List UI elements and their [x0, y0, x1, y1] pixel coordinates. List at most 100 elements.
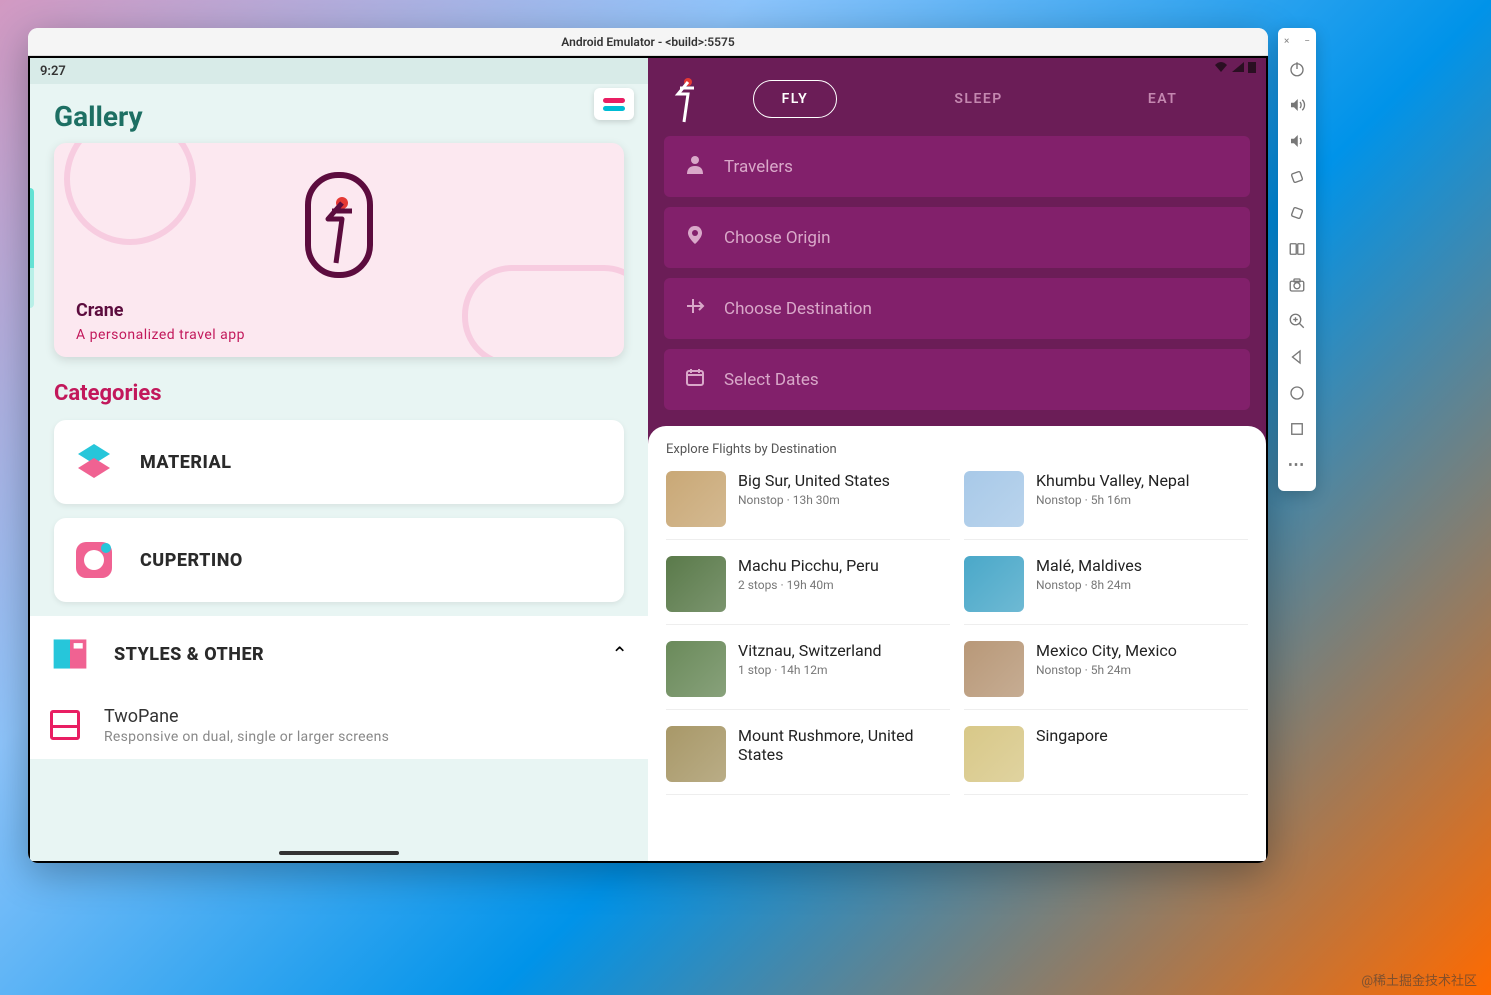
home-indicator[interactable]	[279, 851, 399, 855]
status-bar: 9:27	[30, 58, 648, 84]
tab-fly[interactable]: FLY	[753, 80, 838, 118]
crane-app-header: FLY SLEEP EAT	[648, 58, 1266, 136]
gallery-header: Gallery	[30, 84, 648, 143]
destination-info: Vitznau, Switzerland1 stop · 14h 12m	[738, 641, 950, 677]
tab-sleep[interactable]: SLEEP	[926, 81, 1030, 117]
gallery-title: Gallery	[54, 100, 143, 133]
window-title-bar: Android Emulator - <build>:5575	[28, 28, 1268, 56]
toggle-bar-icon	[603, 98, 625, 103]
destination-info: Mexico City, Mexico Nonstop · 5h 24m	[1036, 641, 1248, 677]
styles-header[interactable]: STYLES & OTHER ⌃	[30, 616, 648, 692]
screenshot-button[interactable]	[1278, 267, 1316, 303]
status-time: 9:27	[40, 64, 66, 79]
cupertino-icon	[72, 538, 116, 582]
category-material[interactable]: MATERIAL	[54, 420, 624, 504]
category-label: CUPERTINO	[140, 550, 243, 571]
window-title: Android Emulator - <build>:5575	[561, 35, 734, 49]
field-label: Choose Destination	[724, 299, 872, 319]
destination-detail: Nonstop · 5h 16m	[1036, 493, 1248, 507]
destination-detail: Nonstop · 13h 30m	[738, 493, 950, 507]
battery-icon	[1248, 61, 1256, 73]
destination-detail: Nonstop · 5h 24m	[1036, 663, 1248, 677]
destination-detail: 1 stop · 14h 12m	[738, 663, 950, 677]
power-button[interactable]	[1278, 51, 1316, 87]
destination-card[interactable]: Machu Picchu, Peru 2 stops · 19h 40m	[666, 556, 950, 625]
emulator-toolbar: × − ⋯	[1278, 28, 1316, 491]
back-button[interactable]	[1278, 339, 1316, 375]
volume-down-button[interactable]	[1278, 123, 1316, 159]
item-title: TwoPane	[104, 706, 628, 727]
dates-field[interactable]: Select Dates	[664, 349, 1250, 410]
destination-name: Mexico City, Mexico	[1036, 641, 1248, 660]
destination-thumb	[964, 641, 1024, 697]
edge-tab-teal[interactable]	[30, 188, 34, 268]
destination-thumb	[964, 726, 1024, 782]
toolbar-head: × −	[1278, 34, 1316, 51]
crane-card-subtitle: A personalized travel app	[76, 327, 245, 343]
minimize-icon[interactable]: −	[1304, 36, 1310, 47]
destination-thumb	[666, 471, 726, 527]
rotate-left-button[interactable]	[1278, 159, 1316, 195]
destination-name: Big Sur, United States	[738, 471, 950, 490]
zoom-button[interactable]	[1278, 303, 1316, 339]
destination-detail: 2 stops · 19h 40m	[738, 578, 950, 592]
crane-feature-card[interactable]: Crane A personalized travel app	[54, 143, 624, 357]
device-screen: 9:27 Gallery Crane	[30, 58, 1266, 861]
categories-heading: Categories	[30, 377, 648, 420]
destination-info: Singapore	[1036, 726, 1248, 748]
destination-thumb	[964, 471, 1024, 527]
edge-tabs	[30, 188, 34, 308]
destination-card[interactable]: Mexico City, Mexico Nonstop · 5h 24m	[964, 641, 1248, 710]
tab-eat[interactable]: EAT	[1120, 81, 1206, 117]
destination-thumb	[666, 556, 726, 612]
person-icon	[684, 154, 706, 179]
category-cupertino[interactable]: CUPERTINO	[54, 518, 624, 602]
origin-field[interactable]: Choose Origin	[664, 207, 1250, 268]
destination-card[interactable]: Mount Rushmore, United States	[666, 726, 950, 795]
field-label: Select Dates	[724, 370, 819, 390]
destination-card[interactable]: Khumbu Valley, Nepal Nonstop · 5h 16m	[964, 471, 1248, 540]
twopane-icon	[50, 710, 80, 740]
field-label: Choose Origin	[724, 228, 830, 248]
search-form: Travelers Choose Origin Choose Destinati…	[648, 136, 1266, 426]
crane-card-title: Crane	[76, 300, 124, 321]
destination-card[interactable]: Big Sur, United States Nonstop · 13h 30m	[666, 471, 950, 540]
destination-info: Mount Rushmore, United States	[738, 726, 950, 767]
status-icons	[1214, 61, 1256, 73]
home-button[interactable]	[1278, 375, 1316, 411]
list-item-twopane[interactable]: TwoPane Responsive on dual, single or la…	[30, 692, 648, 759]
toggle-bar-icon	[603, 106, 625, 111]
fold-button[interactable]	[1278, 231, 1316, 267]
styles-icon	[50, 634, 90, 674]
destination-thumb	[666, 726, 726, 782]
styles-label: STYLES & OTHER	[114, 644, 264, 665]
crane-app-pane: FLY SLEEP EAT Travelers	[648, 58, 1266, 861]
category-label: MATERIAL	[140, 452, 231, 473]
close-icon[interactable]: ×	[1284, 36, 1289, 47]
destination-name: Machu Picchu, Peru	[738, 556, 950, 575]
destination-card[interactable]: Vitznau, Switzerland1 stop · 14h 12m	[666, 641, 950, 710]
watermark: @稀土掘金技术社区	[1361, 970, 1477, 989]
destination-info: Big Sur, United States Nonstop · 13h 30m	[738, 471, 950, 507]
home-indicator[interactable]	[897, 851, 1017, 855]
destination-card[interactable]: Malé, MaldivesNonstop · 8h 24m	[964, 556, 1248, 625]
item-subtitle: Responsive on dual, single or larger scr…	[104, 729, 628, 745]
destination-field[interactable]: Choose Destination	[664, 278, 1250, 339]
settings-toggle[interactable]	[594, 88, 634, 120]
destination-name: Malé, Maldives	[1036, 556, 1248, 575]
travelers-field[interactable]: Travelers	[664, 136, 1250, 197]
edge-tab-light[interactable]	[30, 268, 34, 308]
styles-section: STYLES & OTHER ⌃ TwoPane Responsive on d…	[30, 616, 648, 759]
volume-up-button[interactable]	[1278, 87, 1316, 123]
device-frame: 9:27 Gallery Crane	[28, 56, 1268, 863]
calendar-icon	[684, 367, 706, 392]
destination-info: Khumbu Valley, Nepal Nonstop · 5h 16m	[1036, 471, 1248, 507]
crane-logo-icon	[668, 74, 704, 124]
destination-card[interactable]: Singapore	[964, 726, 1248, 795]
rotate-right-button[interactable]	[1278, 195, 1316, 231]
chevron-up-icon: ⌃	[611, 642, 628, 666]
overview-button[interactable]	[1278, 411, 1316, 447]
destination-name: Khumbu Valley, Nepal	[1036, 471, 1248, 490]
destination-info: Malé, MaldivesNonstop · 8h 24m	[1036, 556, 1248, 592]
more-button[interactable]: ⋯	[1278, 447, 1316, 483]
